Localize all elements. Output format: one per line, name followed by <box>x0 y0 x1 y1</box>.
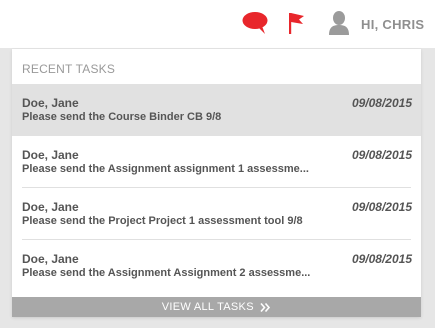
task-item[interactable]: Doe, Jane 09/08/2015 Please send the Pro… <box>12 188 421 240</box>
task-description: Please send the Assignment assignment 1 … <box>22 163 309 175</box>
dropdown-caret <box>284 49 306 60</box>
recent-tasks-panel: RECENT TASKS Doe, Jane 09/08/2015 Please… <box>12 49 421 317</box>
task-date: 09/08/2015 <box>351 252 412 266</box>
top-bar: HI, CHRIS <box>0 0 435 48</box>
task-assignee: Doe, Jane <box>22 148 79 162</box>
panel-title: RECENT TASKS <box>22 62 116 76</box>
task-list: Doe, Jane 09/08/2015 Please send the Cou… <box>12 84 421 292</box>
user-icon[interactable] <box>328 10 350 36</box>
view-all-tasks-button[interactable]: VIEW ALL TASKS <box>12 297 421 317</box>
task-description: Please send the Course Binder CB 9/8 <box>22 111 222 123</box>
task-description: Please send the Project Project 1 assess… <box>22 215 303 227</box>
user-greeting[interactable]: HI, CHRIS <box>361 17 424 32</box>
task-date: 09/08/2015 <box>351 200 412 214</box>
double-chevron-right-icon <box>260 302 271 312</box>
chat-bubble-icon[interactable] <box>241 10 269 36</box>
task-assignee: Doe, Jane <box>22 200 79 214</box>
task-item[interactable]: Doe, Jane 09/08/2015 Please send the Cou… <box>12 84 421 136</box>
task-item[interactable]: Doe, Jane 09/08/2015 Please send the Ass… <box>12 240 421 292</box>
view-all-label: VIEW ALL TASKS <box>161 301 254 313</box>
task-assignee: Doe, Jane <box>22 252 79 266</box>
task-date: 09/08/2015 <box>351 96 412 110</box>
task-assignee: Doe, Jane <box>22 96 79 110</box>
task-item[interactable]: Doe, Jane 09/08/2015 Please send the Ass… <box>12 136 421 188</box>
flag-icon[interactable] <box>286 11 306 35</box>
task-date: 09/08/2015 <box>351 148 412 162</box>
task-description: Please send the Assignment Assignment 2 … <box>22 267 311 279</box>
